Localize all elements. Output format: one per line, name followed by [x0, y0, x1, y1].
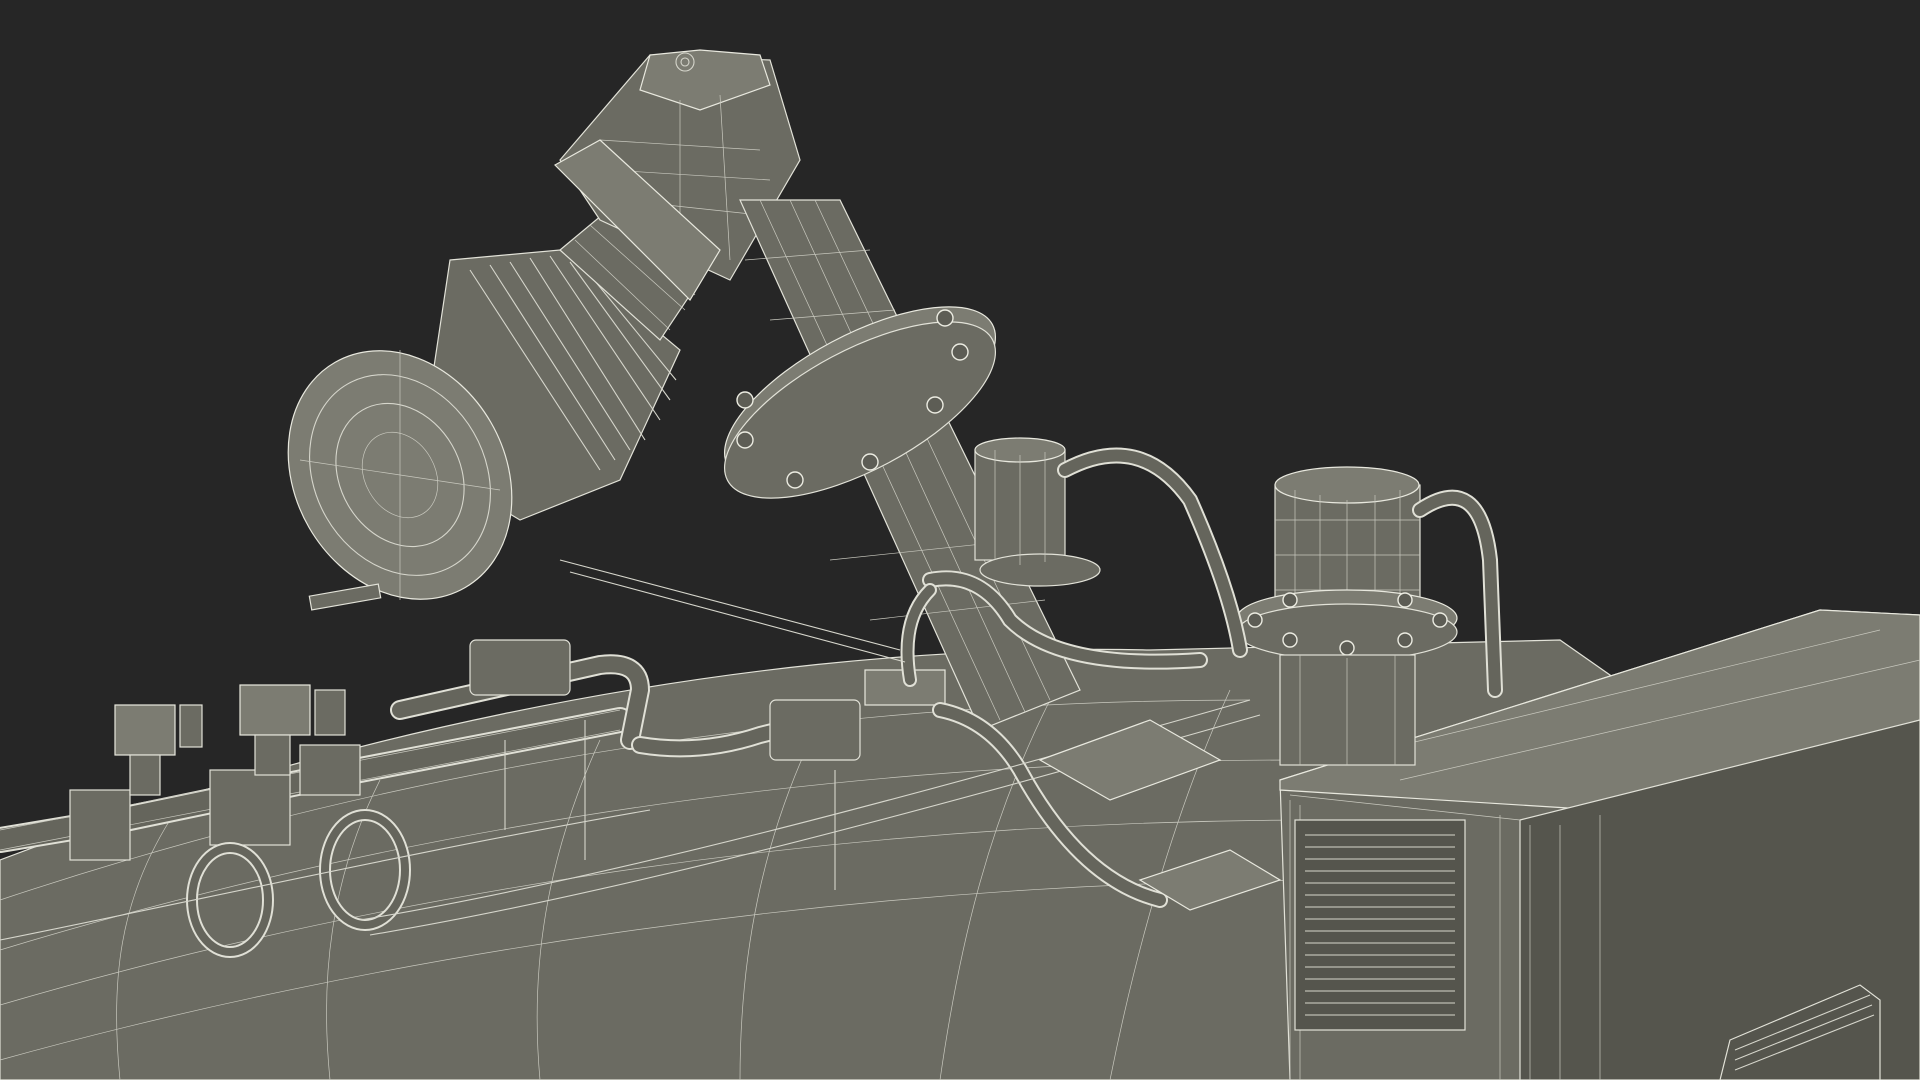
flex-hose-1: [1057, 447, 1248, 658]
wireframe-render-viewport: [0, 49, 1920, 1080]
vent-grille: [1294, 819, 1466, 1031]
electric-motor: [287, 249, 681, 611]
